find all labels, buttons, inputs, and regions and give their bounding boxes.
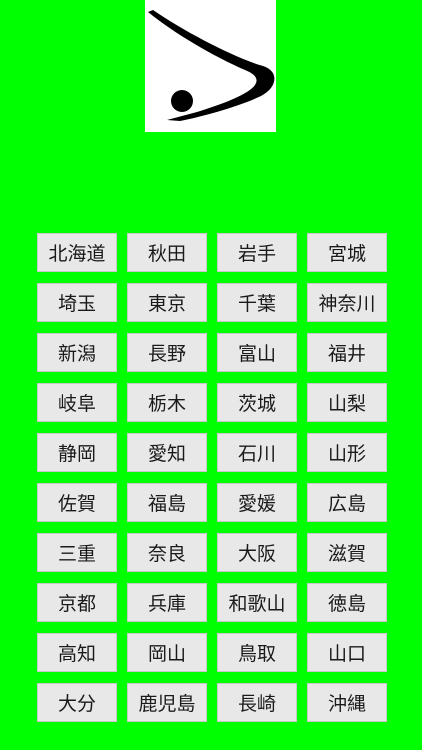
prefecture-button-ibaraki[interactable]: 茨城 [217, 383, 297, 422]
prefecture-button-shiga[interactable]: 滋賀 [307, 533, 387, 572]
prefecture-button-mie[interactable]: 三重 [37, 533, 117, 572]
prefecture-button-oita[interactable]: 大分 [37, 683, 117, 722]
prefecture-button-osaka[interactable]: 大阪 [217, 533, 297, 572]
prefecture-button-nagano[interactable]: 長野 [127, 333, 207, 372]
prefecture-button-niigata[interactable]: 新潟 [37, 333, 117, 372]
prefecture-button-hokkaido[interactable]: 北海道 [37, 233, 117, 272]
prefecture-button-fukushima[interactable]: 福島 [127, 483, 207, 522]
prefecture-button-saitama[interactable]: 埼玉 [37, 283, 117, 322]
prefecture-button-gifu[interactable]: 岐阜 [37, 383, 117, 422]
prefecture-button-nara[interactable]: 奈良 [127, 533, 207, 572]
prefecture-button-yamagata[interactable]: 山形 [307, 433, 387, 472]
prefecture-answer-grid: 北海道 秋田 岩手 宮城 埼玉 東京 千葉 神奈川 新潟 長野 富山 福井 岐阜… [37, 233, 387, 722]
prefecture-button-yamanashi[interactable]: 山梨 [307, 383, 387, 422]
prefecture-button-tokyo[interactable]: 東京 [127, 283, 207, 322]
prefecture-button-fukui[interactable]: 福井 [307, 333, 387, 372]
prefecture-button-saga[interactable]: 佐賀 [37, 483, 117, 522]
prefecture-button-kochi[interactable]: 高知 [37, 633, 117, 672]
prefecture-button-akita[interactable]: 秋田 [127, 233, 207, 272]
prefecture-button-okinawa[interactable]: 沖縄 [307, 683, 387, 722]
prefecture-silhouette-icon [148, 10, 275, 121]
prefecture-shape-image [145, 0, 276, 132]
prefecture-button-chiba[interactable]: 千葉 [217, 283, 297, 322]
prefecture-button-aichi[interactable]: 愛知 [127, 433, 207, 472]
prefecture-button-yamaguchi[interactable]: 山口 [307, 633, 387, 672]
prefecture-button-kanagawa[interactable]: 神奈川 [307, 283, 387, 322]
prefecture-button-hiroshima[interactable]: 広島 [307, 483, 387, 522]
prefecture-button-kyoto[interactable]: 京都 [37, 583, 117, 622]
prefecture-button-toyama[interactable]: 富山 [217, 333, 297, 372]
prefecture-button-wakayama[interactable]: 和歌山 [217, 583, 297, 622]
prefecture-button-iwate[interactable]: 岩手 [217, 233, 297, 272]
prefecture-button-tottori[interactable]: 鳥取 [217, 633, 297, 672]
prefecture-button-nagasaki[interactable]: 長崎 [217, 683, 297, 722]
prefecture-button-okayama[interactable]: 岡山 [127, 633, 207, 672]
prefecture-button-ehime[interactable]: 愛媛 [217, 483, 297, 522]
prefecture-button-tokushima[interactable]: 徳島 [307, 583, 387, 622]
prefecture-button-tochigi[interactable]: 栃木 [127, 383, 207, 422]
prefecture-button-miyagi[interactable]: 宮城 [307, 233, 387, 272]
prefecture-button-kagoshima[interactable]: 鹿児島 [127, 683, 207, 722]
prefecture-button-ishikawa[interactable]: 石川 [217, 433, 297, 472]
prefecture-button-hyogo[interactable]: 兵庫 [127, 583, 207, 622]
prefecture-button-shizuoka[interactable]: 静岡 [37, 433, 117, 472]
